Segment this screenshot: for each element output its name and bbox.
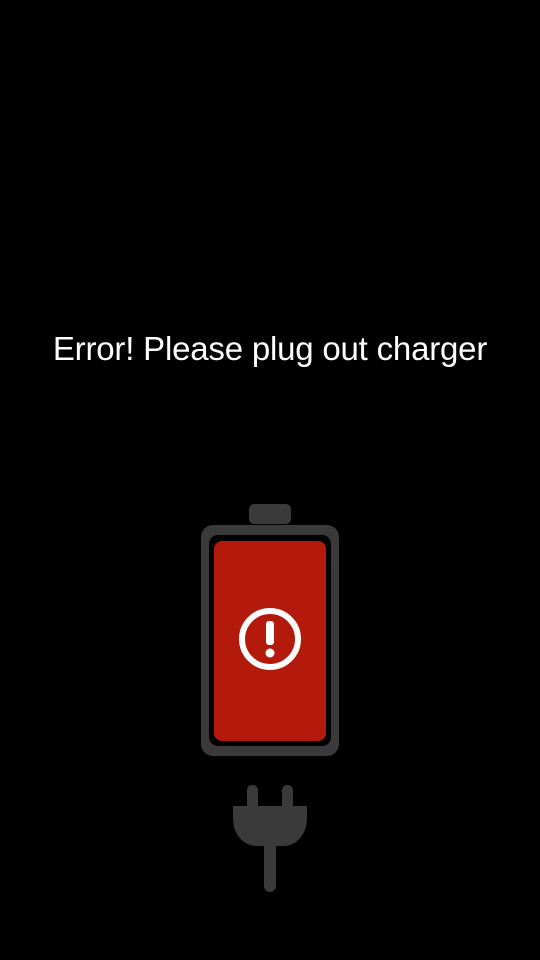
error-message: Error! Please plug out charger	[52, 330, 488, 367]
battery-graphic	[201, 504, 339, 892]
battery-terminal	[249, 504, 291, 524]
charger-cable	[264, 840, 276, 892]
charging-error-screen: Error! Please plug out charger	[0, 0, 540, 960]
charger-plug-icon	[233, 785, 307, 892]
